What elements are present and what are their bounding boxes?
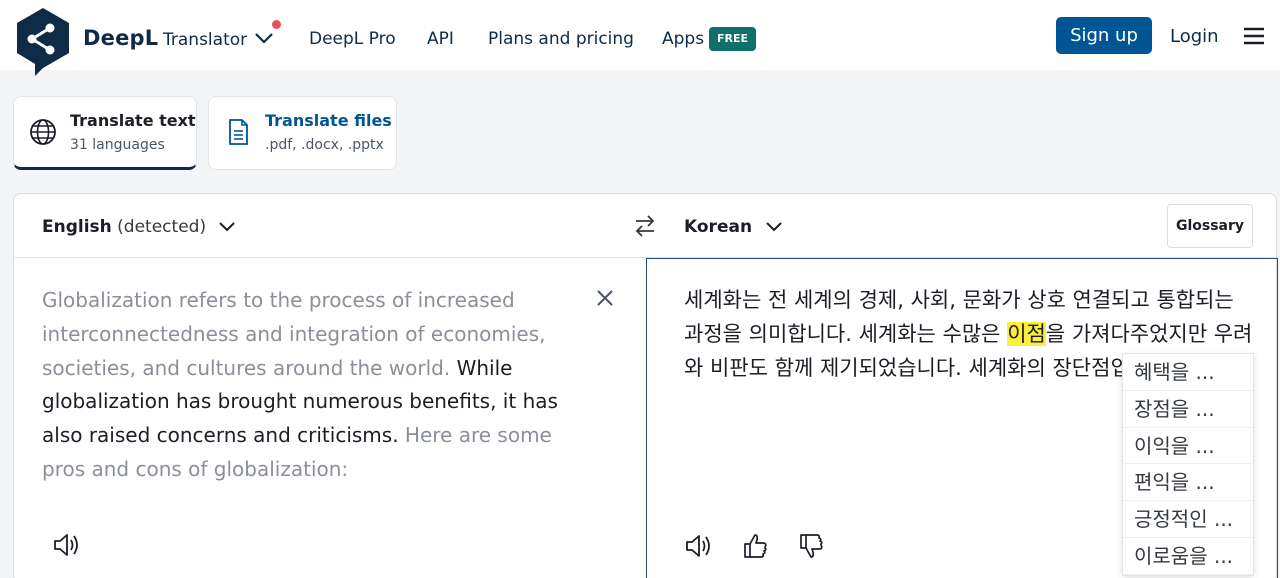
alternative-option[interactable]: 편익을 ... <box>1123 464 1253 502</box>
nav-plans-pricing[interactable]: Plans and pricing <box>488 29 634 49</box>
tab-title: Translate files <box>265 111 392 130</box>
signup-button[interactable]: Sign up <box>1056 17 1152 54</box>
login-link[interactable]: Login <box>1170 26 1219 47</box>
thumbs-down-icon[interactable] <box>797 532 825 560</box>
source-text-input[interactable]: Globalization refers to the process of i… <box>42 284 582 487</box>
deepl-logo-icon[interactable] <box>13 6 73 78</box>
source-language: English <box>42 217 112 237</box>
tab-subtitle: 31 languages <box>70 137 165 153</box>
tab-translate-files[interactable]: Translate files .pdf, .docx, .pptx <box>208 96 397 170</box>
detected-label: (detected) <box>117 217 207 237</box>
source-pane: Globalization refers to the process of i… <box>14 258 646 578</box>
brand-name[interactable]: DeepL <box>83 26 158 50</box>
alternative-option[interactable]: 이로움을 ... <box>1123 538 1253 575</box>
alternative-option[interactable]: 긍정적인 ... <box>1123 501 1253 538</box>
alternative-option[interactable]: 혜택을 ... <box>1123 354 1253 391</box>
target-language-selector[interactable]: Korean <box>684 217 784 237</box>
language-bar: English (detected) Korean Glossary <box>14 194 1278 258</box>
source-language-selector[interactable]: English (detected) <box>42 217 237 237</box>
speaker-icon[interactable] <box>684 532 714 560</box>
tab-title: Translate text <box>70 111 196 130</box>
swap-languages-icon[interactable] <box>633 214 657 238</box>
chevron-down-icon <box>766 222 782 232</box>
close-icon[interactable] <box>595 288 615 308</box>
translator-card: English (detected) Korean Glossary Globa… <box>13 193 1278 578</box>
nav-apps[interactable]: Apps <box>662 29 704 49</box>
tab-translate-text[interactable]: Translate text 31 languages <box>13 96 197 170</box>
globe-icon <box>30 119 56 145</box>
nav-deepl-pro[interactable]: DeepL Pro <box>309 29 396 49</box>
alternatives-dropdown: 혜택을 ... 장점을 ... 이익을 ... 편익을 ... 긍정적인 ...… <box>1122 353 1254 576</box>
chevron-down-icon <box>219 222 236 232</box>
nav-api[interactable]: API <box>427 29 454 49</box>
top-header: DeepL Translator DeepL Pro API Plans and… <box>0 0 1280 76</box>
thumbs-up-icon[interactable] <box>741 532 769 560</box>
highlighted-word[interactable]: 이점 <box>1007 322 1046 346</box>
alternative-option[interactable]: 장점을 ... <box>1123 391 1253 428</box>
tab-subtitle: .pdf, .docx, .pptx <box>265 137 384 153</box>
product-name[interactable]: Translator <box>163 30 247 50</box>
alternative-option[interactable]: 이익을 ... <box>1123 428 1253 465</box>
target-language: Korean <box>684 217 753 237</box>
glossary-button[interactable]: Glossary <box>1167 204 1253 248</box>
free-badge: FREE <box>709 27 756 51</box>
document-icon <box>229 119 248 145</box>
notification-dot <box>272 20 281 29</box>
menu-icon[interactable] <box>1243 26 1265 46</box>
chevron-down-icon[interactable] <box>253 30 275 46</box>
speaker-icon[interactable] <box>52 531 82 559</box>
